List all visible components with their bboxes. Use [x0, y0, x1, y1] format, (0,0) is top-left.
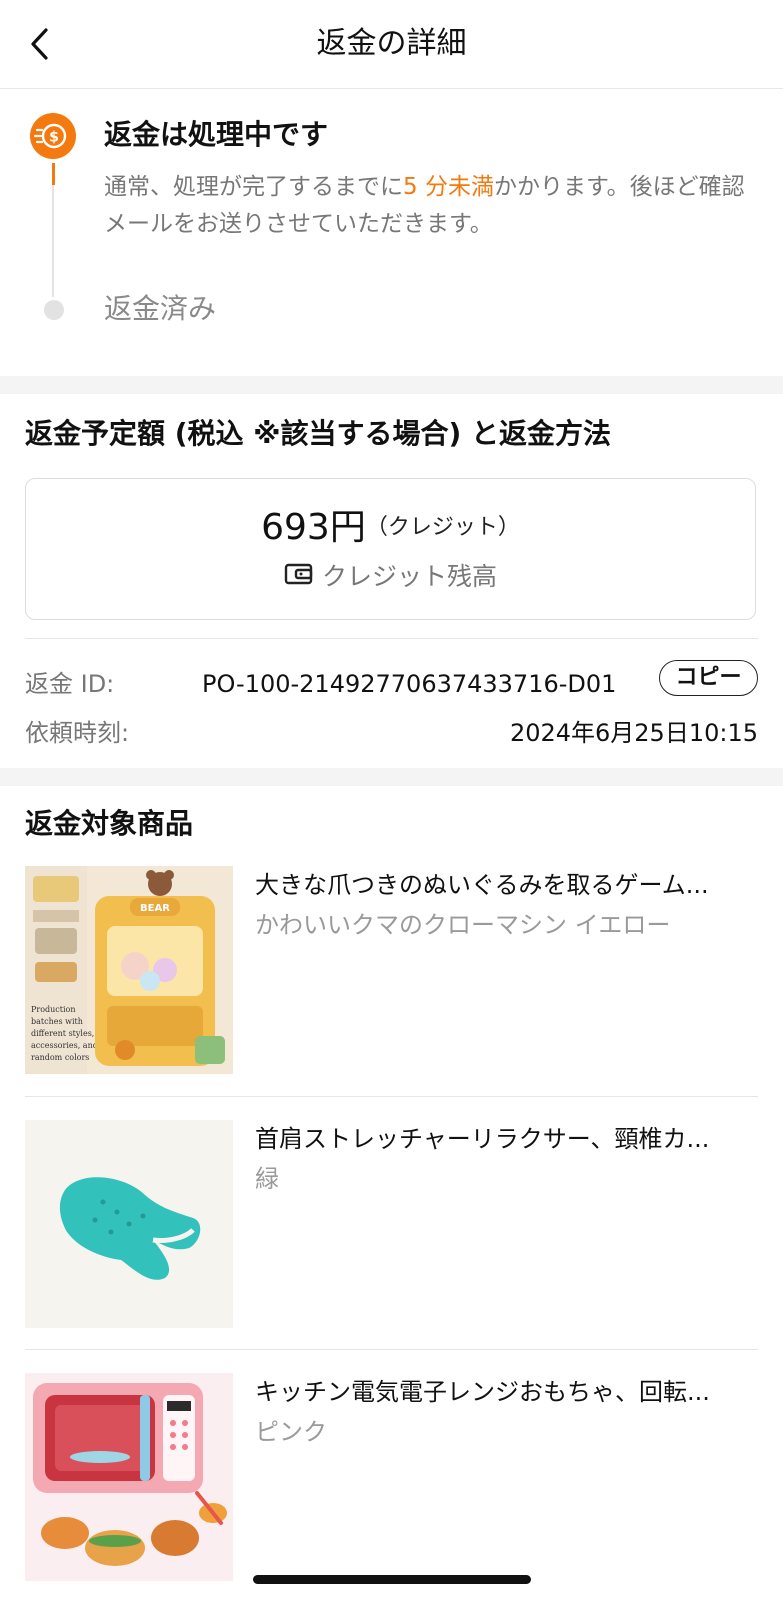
refund-method: クレジット残高: [26, 559, 755, 596]
section-gap: [0, 376, 783, 394]
wallet-icon: [284, 560, 314, 596]
svg-text:Production: Production: [31, 1005, 76, 1014]
refund-amount: 693円: [261, 507, 366, 548]
product-image[interactable]: Production batches with different styles…: [25, 866, 233, 1074]
product-variant: ピンク: [255, 1418, 327, 1446]
product-name[interactable]: 首肩ストレッチャーリラクサー、頸椎カ...: [255, 1122, 755, 1156]
product-variant: かわいいクマのクローマシン イエロー: [255, 911, 671, 939]
product-image[interactable]: [25, 1373, 233, 1581]
status-desc-text: 通常、処理が完了するまでに: [104, 174, 403, 200]
refund-amount-note: （クレジット）: [365, 515, 520, 540]
refund-id-label: 返金 ID:: [25, 670, 115, 698]
divider: [25, 638, 758, 639]
nav-header: 返金の詳細: [0, 0, 783, 89]
page-title: 返金の詳細: [316, 26, 467, 61]
status-title: 返金は処理中です: [104, 118, 329, 151]
divider: [25, 1096, 758, 1097]
refund-items-section: 返金対象商品 Production batches with different…: [0, 786, 783, 1583]
copy-button[interactable]: コピー: [659, 660, 758, 696]
svg-text:BEAR: BEAR: [140, 903, 170, 914]
refund-amount-section: 返金予定額 (税込 ※該当する場合) と返金方法 693円（クレジット） クレジ…: [0, 394, 783, 774]
amount-section-title: 返金予定額 (税込 ※該当する場合) と返金方法: [25, 417, 612, 450]
svg-text:$: $: [49, 130, 59, 146]
section-gap: [0, 768, 783, 786]
status-desc-duration: 5 分未満: [403, 174, 494, 200]
svg-text:random colors: random colors: [31, 1053, 89, 1062]
product-name[interactable]: 大きな爪つきのぬいぐるみを取るゲーム...: [255, 868, 755, 902]
timeline-line: [52, 185, 54, 297]
timeline-progress-line: [52, 163, 55, 185]
product-image[interactable]: [25, 1120, 233, 1328]
refund-status-panel: $ 返金は処理中です 通常、処理が完了するまでに5 分未満かかります。後ほど確認…: [0, 89, 783, 382]
refund-method-label: クレジット残高: [321, 562, 497, 591]
items-section-title: 返金対象商品: [25, 807, 194, 840]
request-time-label: 依頼時刻:: [25, 719, 130, 747]
request-time-value: 2024年6月25日10:15: [509, 719, 758, 747]
product-name[interactable]: キッチン電気電子レンジおもちゃ、回転...: [255, 1375, 755, 1409]
status-description: 通常、処理が完了するまでに5 分未満かかります。後ほど確認メールをお送りさせてい…: [104, 169, 754, 243]
status-step-refunded: 返金済み: [104, 292, 217, 325]
svg-text:accessories, and: accessories, and: [31, 1041, 98, 1050]
amount-card: 693円（クレジット） クレジット残高: [25, 478, 756, 620]
home-indicator: [253, 1575, 531, 1584]
refund-processing-icon: $: [30, 113, 76, 159]
refund-id-value: PO-100-21492770637433716-D01: [202, 670, 617, 698]
product-variant: 緑: [255, 1165, 279, 1193]
timeline-pending-dot: [44, 300, 64, 320]
svg-text:different styles,: different styles,: [31, 1029, 94, 1038]
svg-text:batches with: batches with: [31, 1017, 83, 1026]
divider: [25, 1349, 758, 1350]
amount-line: 693円（クレジット）: [26, 505, 755, 551]
